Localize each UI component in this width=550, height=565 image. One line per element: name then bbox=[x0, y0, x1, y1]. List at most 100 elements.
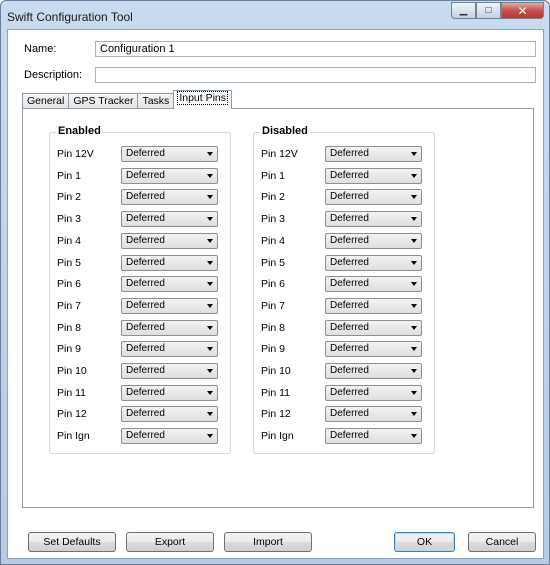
pin-mode-dropdown[interactable]: Deferred bbox=[121, 363, 218, 379]
pin-mode-value: Deferred bbox=[126, 343, 165, 355]
description-label: Description: bbox=[24, 69, 83, 81]
chevron-down-icon bbox=[411, 282, 417, 287]
pin-mode-dropdown[interactable]: Deferred bbox=[325, 146, 422, 162]
pin-mode-value: Deferred bbox=[330, 408, 369, 420]
tab-gps-tracker-label: GPS Tracker bbox=[73, 95, 134, 107]
pin-mode-dropdown[interactable]: Deferred bbox=[325, 341, 422, 358]
pin-mode-dropdown[interactable]: Deferred bbox=[325, 232, 422, 249]
pin-mode-dropdown[interactable]: Deferred bbox=[325, 276, 422, 293]
enabled-group: Enabled Pin 12V Deferred Pin 1 Deferred Pin … bbox=[49, 125, 231, 454]
pin-mode-value: Deferred bbox=[126, 278, 165, 290]
pin-row: Pin 9 Deferred bbox=[254, 340, 434, 358]
tab-input-pins[interactable]: Input Pins bbox=[173, 90, 233, 109]
chevron-down-icon bbox=[411, 412, 417, 417]
pin-label: Pin 12 bbox=[57, 408, 87, 421]
pin-row: Pin 4 Deferred bbox=[50, 232, 230, 250]
pin-row: Pin 3 Deferred bbox=[50, 210, 230, 228]
pin-mode-dropdown[interactable]: Deferred bbox=[325, 406, 422, 423]
pin-mode-value: Deferred bbox=[126, 256, 165, 268]
description-field[interactable] bbox=[95, 67, 536, 83]
pin-mode-value: Deferred bbox=[126, 386, 165, 398]
pin-mode-dropdown[interactable]: Deferred bbox=[325, 319, 422, 336]
pin-mode-value: Deferred bbox=[330, 430, 369, 442]
pin-label: Pin 8 bbox=[57, 321, 81, 334]
pin-mode-dropdown[interactable]: Deferred bbox=[325, 189, 422, 206]
pin-mode-value: Deferred bbox=[330, 299, 369, 311]
pin-mode-dropdown[interactable]: Deferred bbox=[121, 189, 218, 206]
chevron-down-icon bbox=[207, 412, 213, 417]
import-button[interactable]: Import bbox=[224, 532, 312, 552]
pin-label: Pin 11 bbox=[261, 386, 290, 399]
pin-label: Pin 1 bbox=[57, 169, 81, 182]
close-button[interactable]: ✕ bbox=[501, 2, 544, 19]
chevron-down-icon bbox=[207, 195, 213, 200]
pin-mode-dropdown[interactable]: Deferred bbox=[121, 254, 218, 271]
chevron-down-icon bbox=[411, 303, 417, 308]
pin-label: Pin 10 bbox=[261, 365, 291, 377]
pin-row: Pin 12 Deferred bbox=[254, 405, 434, 423]
pin-mode-dropdown[interactable]: Deferred bbox=[121, 297, 218, 314]
pin-label: Pin 9 bbox=[261, 343, 285, 356]
pin-mode-dropdown[interactable]: Deferred bbox=[121, 211, 218, 228]
pin-mode-dropdown[interactable]: Deferred bbox=[121, 167, 218, 184]
tab-tasks[interactable]: Tasks bbox=[137, 93, 175, 109]
ok-button[interactable]: OK bbox=[394, 532, 455, 552]
pin-row: Pin 5 Deferred bbox=[50, 254, 230, 272]
pin-mode-dropdown[interactable]: Deferred bbox=[325, 167, 422, 184]
pin-row: Pin Ign Deferred bbox=[50, 427, 230, 445]
pin-mode-dropdown[interactable]: Deferred bbox=[325, 211, 422, 228]
set-defaults-button[interactable]: Set Defaults bbox=[28, 532, 116, 552]
enabled-group-title: Enabled bbox=[56, 125, 103, 137]
close-icon: ✕ bbox=[517, 3, 528, 18]
pin-mode-dropdown[interactable]: Deferred bbox=[121, 276, 218, 293]
pin-label: Pin 12V bbox=[261, 148, 298, 160]
cancel-button[interactable]: Cancel bbox=[468, 532, 536, 552]
pin-mode-dropdown[interactable]: Deferred bbox=[121, 319, 218, 336]
chevron-down-icon bbox=[411, 369, 417, 373]
pin-mode-value: Deferred bbox=[330, 365, 369, 376]
tab-general[interactable]: General bbox=[22, 93, 70, 109]
title-bar[interactable]: Swift Configuration Tool ▁ □ ✕ bbox=[1, 1, 549, 31]
pin-label: Pin 6 bbox=[261, 278, 285, 291]
tab-input-pins-label: Input Pins bbox=[177, 91, 229, 105]
name-field[interactable]: Configuration 1 bbox=[95, 41, 536, 57]
chevron-down-icon bbox=[207, 390, 213, 395]
pin-row: Pin 5 Deferred bbox=[254, 254, 434, 272]
pin-mode-value: Deferred bbox=[330, 256, 369, 268]
pin-mode-value: Deferred bbox=[126, 191, 165, 203]
pin-mode-dropdown[interactable]: Deferred bbox=[121, 146, 218, 162]
maximize-button[interactable]: □ bbox=[476, 2, 501, 19]
chevron-down-icon bbox=[207, 260, 213, 265]
export-button[interactable]: Export bbox=[126, 532, 214, 552]
name-label: Name: bbox=[24, 43, 57, 55]
chevron-down-icon bbox=[207, 347, 213, 352]
tab-tasks-label: Tasks bbox=[142, 95, 170, 107]
pin-row: Pin 7 Deferred bbox=[254, 297, 434, 315]
pin-mode-dropdown[interactable]: Deferred bbox=[121, 384, 218, 401]
pin-mode-dropdown[interactable]: Deferred bbox=[121, 406, 218, 423]
pin-label: Pin 7 bbox=[261, 299, 285, 312]
pin-label: Pin 4 bbox=[261, 234, 285, 247]
pin-mode-value: Deferred bbox=[126, 365, 165, 376]
pin-mode-value: Deferred bbox=[126, 169, 165, 181]
pin-mode-dropdown[interactable]: Deferred bbox=[121, 232, 218, 249]
pin-mode-value: Deferred bbox=[330, 343, 369, 355]
pin-mode-dropdown[interactable]: Deferred bbox=[325, 297, 422, 314]
pin-mode-dropdown[interactable]: Deferred bbox=[325, 254, 422, 271]
chevron-down-icon bbox=[207, 173, 213, 178]
pin-row: Pin 11 Deferred bbox=[50, 384, 230, 402]
pin-mode-dropdown[interactable]: Deferred bbox=[121, 341, 218, 358]
chevron-down-icon bbox=[207, 217, 213, 222]
minimize-button[interactable]: ▁ bbox=[451, 2, 476, 19]
pin-row: Pin 2 Deferred bbox=[50, 188, 230, 206]
pin-label: Pin 12 bbox=[261, 408, 291, 421]
chevron-down-icon bbox=[411, 173, 417, 178]
tab-gps-tracker[interactable]: GPS Tracker bbox=[68, 93, 139, 109]
pin-mode-dropdown[interactable]: Deferred bbox=[325, 384, 422, 401]
pin-mode-dropdown[interactable]: Deferred bbox=[325, 428, 422, 445]
pin-mode-dropdown[interactable]: Deferred bbox=[325, 363, 422, 379]
pin-mode-value: Deferred bbox=[126, 408, 165, 420]
input-pins-panel: Enabled Pin 12V Deferred Pin 1 Deferred Pin … bbox=[22, 108, 534, 508]
pin-label: Pin 1 bbox=[261, 169, 285, 182]
pin-mode-dropdown[interactable]: Deferred bbox=[121, 428, 218, 445]
